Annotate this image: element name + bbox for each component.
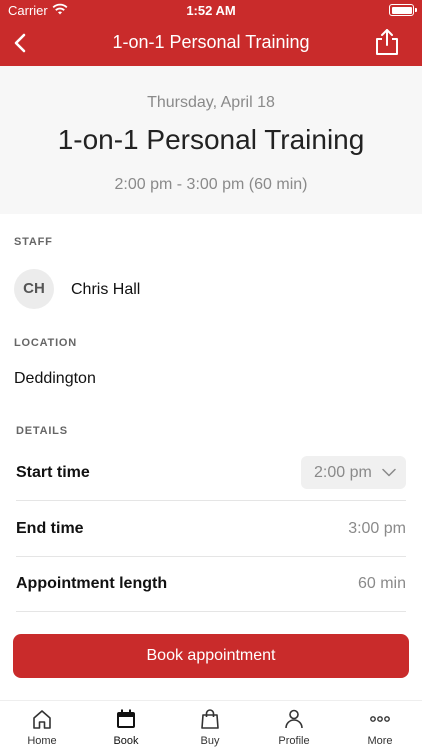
location-section-label: LOCATION: [14, 337, 78, 349]
shopping-bag-icon: [201, 709, 219, 729]
staff-section-label: STAFF: [14, 236, 53, 248]
tab-buy[interactable]: Buy: [168, 707, 252, 747]
end-time-row: End time 3:00 pm: [16, 501, 406, 557]
tab-bar: Home Book Buy Profile More: [0, 700, 422, 750]
tab-book[interactable]: Book: [84, 707, 168, 747]
chevron-down-icon: [382, 468, 396, 477]
class-header: Thursday, April 18 1-on-1 Personal Train…: [0, 66, 422, 214]
tab-home[interactable]: Home: [0, 707, 84, 747]
back-button[interactable]: [8, 30, 34, 56]
appointment-length-value: 60 min: [357, 575, 406, 592]
more-dots-icon: [370, 716, 390, 722]
calendar-icon: [117, 709, 135, 728]
tab-home-label: Home: [27, 735, 57, 747]
details-section-label: DETAILS: [16, 425, 68, 437]
book-appointment-button[interactable]: Book appointment: [13, 634, 409, 678]
class-date: Thursday, April 18: [147, 94, 275, 111]
tab-profile[interactable]: Profile: [252, 707, 336, 747]
staff-name[interactable]: Chris Hall: [71, 281, 140, 299]
location-name[interactable]: Deddington: [14, 370, 96, 388]
battery-icon: [389, 4, 417, 16]
start-time-label: Start time: [16, 464, 90, 481]
end-time-label: End time: [16, 520, 84, 537]
end-time-value: 3:00 pm: [348, 520, 406, 537]
tab-more[interactable]: More: [338, 707, 422, 747]
share-icon[interactable]: [374, 28, 400, 56]
top-bar: Carrier 1:52 AM 1-on-1 Personal Training: [0, 0, 422, 66]
nav-title: 1-on-1 Personal Training: [112, 32, 310, 52]
home-icon: [33, 710, 51, 729]
start-time-picker[interactable]: 2:00 pm: [301, 456, 406, 489]
start-time-value: 2:00 pm: [314, 464, 372, 481]
tab-more-label: More: [367, 735, 393, 747]
tab-profile-label: Profile: [278, 735, 310, 747]
status-bar: Carrier 1:52 AM: [0, 0, 422, 20]
tab-buy-label: Buy: [200, 735, 220, 747]
appointment-length-label: Appointment length: [16, 575, 168, 592]
class-title: 1-on-1 Personal Training: [57, 124, 365, 155]
person-icon: [285, 709, 303, 729]
status-time: 1:52 AM: [186, 3, 236, 18]
class-time-range: 2:00 pm - 3:00 pm (60 min): [114, 176, 308, 193]
start-time-row: Start time 2:00 pm: [16, 445, 406, 501]
appointment-length-row: Appointment length 60 min: [16, 556, 406, 612]
tab-book-label: Book: [113, 735, 139, 747]
avatar: CH: [14, 269, 54, 309]
